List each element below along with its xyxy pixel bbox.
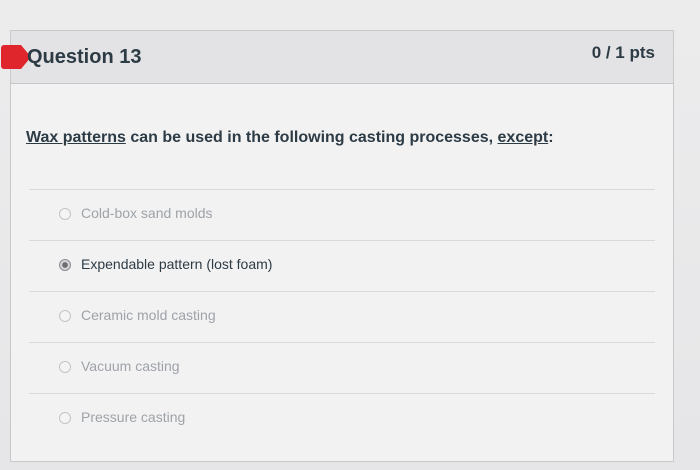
question-title: Question 13 xyxy=(27,46,142,68)
quiz-page: Question 13 0 / 1 pts Wax patterns can b… xyxy=(0,0,700,470)
answer-list: Cold-box sand molds Expendable pattern (… xyxy=(29,189,655,444)
question-text-keyword: Wax patterns xyxy=(26,129,126,146)
answer-option[interactable]: Ceramic mold casting xyxy=(29,291,655,342)
question-header: Question 13 0 / 1 pts xyxy=(1,31,673,84)
answer-label: Cold-box sand molds xyxy=(81,205,213,221)
question-text: Wax patterns can be used in the followin… xyxy=(26,129,554,147)
question-text-body: can be used in the following casting pro… xyxy=(125,129,498,146)
answer-label: Pressure casting xyxy=(81,409,186,425)
radio-button-icon[interactable] xyxy=(59,208,71,220)
answer-option[interactable]: Expendable pattern (lost foam) xyxy=(29,240,655,291)
answer-option[interactable]: Vacuum casting xyxy=(29,342,655,393)
points-score: 0 / 1 pts xyxy=(591,43,655,62)
radio-button-icon[interactable] xyxy=(59,412,71,424)
question-text-except: except xyxy=(497,129,549,146)
answer-label: Ceramic mold casting xyxy=(81,307,216,323)
radio-button-icon[interactable] xyxy=(59,361,71,373)
answer-option[interactable]: Pressure casting xyxy=(29,393,655,444)
incorrect-flag-icon xyxy=(1,45,31,69)
answer-label: Vacuum casting xyxy=(81,358,180,374)
question-card: Question 13 0 / 1 pts Wax patterns can b… xyxy=(1,30,674,462)
answer-option[interactable]: Cold-box sand molds xyxy=(29,189,655,240)
radio-button-selected-icon[interactable] xyxy=(59,259,71,271)
radio-button-icon[interactable] xyxy=(59,310,71,322)
question-text-colon: : xyxy=(548,129,554,146)
answer-label: Expendable pattern (lost foam) xyxy=(81,256,273,272)
